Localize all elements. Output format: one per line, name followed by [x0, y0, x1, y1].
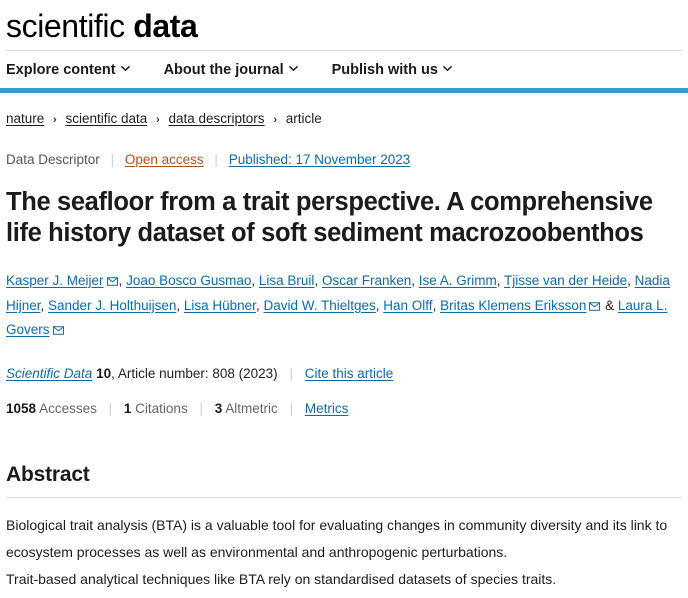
- journal-citation: Scientific Data 10, Article number: 808 …: [6, 365, 682, 383]
- abstract-paragraph: Biological trait analysis (BTA) is a val…: [6, 516, 668, 560]
- citations-label: Citations: [135, 400, 188, 416]
- open-access-badge[interactable]: Open access: [125, 152, 204, 167]
- author-link[interactable]: Tjisse van der Heide: [504, 273, 627, 288]
- author-link[interactable]: Oscar Franken: [322, 273, 411, 288]
- altmetric-label: Altmetric: [225, 400, 278, 416]
- author-separator: ,: [432, 297, 441, 313]
- accesses-label: Accesses: [39, 400, 97, 416]
- metrics-divider: |: [289, 400, 294, 416]
- author-separator: ,: [40, 297, 49, 313]
- site-logo-light: scientific: [6, 8, 125, 44]
- metrics-bar: 1058 Accesses | 1 Citations | 3 Altmetri…: [6, 400, 682, 418]
- site-logo-bold: data: [133, 8, 198, 44]
- nav-item-publish-with-us-label: Publish with us: [331, 62, 438, 78]
- author-separator: ,: [411, 273, 419, 288]
- article-page: nature › scientific data › data descript…: [0, 93, 688, 593]
- abstract-divider: [6, 496, 682, 498]
- masthead-divider: [6, 50, 682, 51]
- breadcrumb-item-data-descriptors[interactable]: data descriptors: [168, 111, 264, 126]
- author-separator: ,: [314, 273, 322, 288]
- breadcrumb-item-article: article: [285, 111, 322, 126]
- author-link[interactable]: Lisa Bruil: [259, 273, 315, 288]
- author-link[interactable]: Kasper J. Meijer: [6, 273, 104, 288]
- author-link[interactable]: Joao Bosco Gusmao: [126, 273, 251, 288]
- breadcrumb-item-scientific-data[interactable]: scientific data: [65, 111, 147, 126]
- author-separator: ,: [251, 273, 259, 288]
- breadcrumb-item-nature[interactable]: nature: [6, 111, 44, 126]
- published-date[interactable]: Published: 17 November 2023: [229, 152, 411, 167]
- chevron-down-icon: [443, 64, 452, 73]
- abstract-paragraph: Trait-based analytical techniques like B…: [6, 570, 557, 587]
- nav-item-about-the-journal-label: About the journal: [163, 62, 284, 78]
- metrics-divider: |: [108, 400, 113, 416]
- metrics-divider: |: [199, 400, 203, 416]
- breadcrumb-separator: ›: [156, 114, 160, 126]
- author-separator: ,: [118, 273, 127, 288]
- author-separator: ,: [627, 273, 635, 288]
- masthead: scientific data: [0, 0, 688, 53]
- article-type-label: Data Descriptor: [6, 152, 100, 167]
- breadcrumb: nature › scientific data › data descript…: [6, 93, 682, 129]
- author-last-separator: &: [601, 297, 618, 313]
- meta-divider: |: [214, 152, 218, 167]
- journal-volume: 10: [96, 365, 112, 381]
- author-link[interactable]: Lisa Hübner: [184, 298, 256, 313]
- author-separator: ,: [176, 297, 184, 313]
- author-link[interactable]: David W. Thieltges: [263, 298, 375, 313]
- nav-item-publish-with-us[interactable]: Publish with us: [332, 62, 452, 78]
- page-title: The seafloor from a trait perspective. A…: [6, 188, 653, 247]
- altmetric-count: 3: [214, 400, 223, 416]
- article-meta-line: Data Descriptor | Open access | Publishe…: [6, 129, 682, 169]
- chevron-down-icon: [288, 64, 298, 73]
- breadcrumb-separator: ›: [53, 114, 57, 126]
- primary-nav: Explore content About the journal Publis…: [0, 53, 688, 88]
- chevron-down-icon: [120, 64, 130, 73]
- nav-item-explore-content-label: Explore content: [6, 62, 116, 78]
- author-list: Kasper J. Meijer, Joao Bosco Gusmao, Lis…: [6, 269, 682, 343]
- cite-this-article-link[interactable]: Cite this article: [305, 366, 394, 381]
- breadcrumb-separator: ›: [273, 114, 277, 126]
- envelope-icon[interactable]: [106, 277, 118, 286]
- journal-name-link[interactable]: Scientific Data: [6, 366, 92, 381]
- citations-count: 1: [123, 400, 132, 416]
- envelope-icon[interactable]: [52, 326, 64, 335]
- accesses-count: 1058: [6, 400, 37, 416]
- author-link[interactable]: Britas Klemens Eriksson: [440, 298, 586, 313]
- abstract-body: Biological trait analysis (BTA) is a val…: [6, 512, 682, 593]
- citation-divider: |: [289, 365, 293, 381]
- nav-item-explore-content[interactable]: Explore content: [6, 62, 130, 78]
- author-link[interactable]: Ise A. Grimm: [419, 273, 497, 288]
- author-separator: ,: [496, 273, 505, 288]
- metrics-link[interactable]: Metrics: [305, 401, 349, 416]
- author-link[interactable]: Han Olff: [383, 298, 432, 313]
- meta-divider: |: [110, 152, 115, 167]
- journal-citation-rest: , Article number: 808 (2023): [111, 365, 278, 381]
- author-link[interactable]: Sander J. Holthuijsen: [48, 298, 176, 313]
- envelope-icon[interactable]: [589, 301, 601, 311]
- site-logo[interactable]: scientific data: [6, 6, 682, 46]
- abstract-heading: Abstract: [6, 462, 90, 486]
- nav-item-about-the-journal[interactable]: About the journal: [164, 62, 298, 78]
